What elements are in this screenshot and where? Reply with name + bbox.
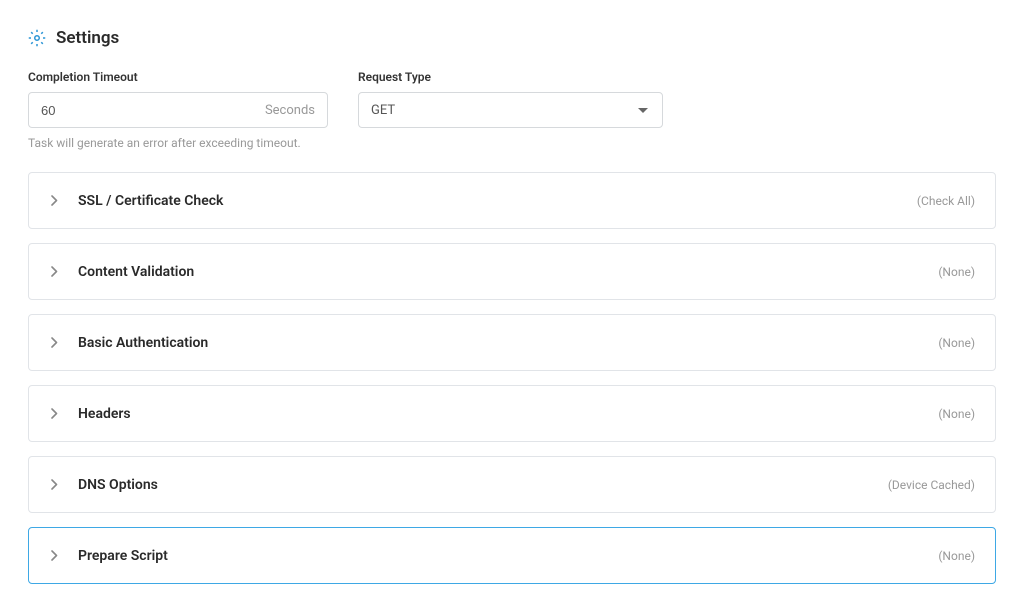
accordion-title: Basic Authentication	[78, 335, 938, 351]
request-type-select[interactable]: GET	[358, 92, 663, 128]
accordion-title: SSL / Certificate Check	[78, 193, 917, 209]
accordion-status: (None)	[938, 336, 975, 350]
accordion-title: DNS Options	[78, 477, 888, 493]
chevron-right-icon	[51, 479, 58, 490]
accordion-status: (None)	[938, 407, 975, 421]
accordion-title: Headers	[78, 406, 938, 422]
chevron-right-icon	[51, 337, 58, 348]
completion-timeout-input-wrapper[interactable]: Seconds	[28, 92, 328, 128]
request-type-label: Request Type	[358, 70, 663, 84]
completion-timeout-input[interactable]	[29, 93, 327, 127]
chevron-right-icon	[51, 266, 58, 277]
gear-icon	[28, 29, 46, 47]
accordion-item-dns-options[interactable]: DNS Options(Device Cached)	[28, 456, 996, 513]
accordion-item-prepare-script[interactable]: Prepare Script(None)	[28, 527, 996, 584]
accordion-status: (None)	[938, 549, 975, 563]
header: Settings	[28, 28, 996, 48]
accordion: SSL / Certificate Check(Check All) Conten…	[28, 172, 996, 584]
accordion-status: (Device Cached)	[888, 478, 975, 492]
chevron-right-icon	[51, 408, 58, 419]
completion-timeout-helper: Task will generate an error after exceed…	[28, 136, 996, 150]
accordion-status: (None)	[938, 265, 975, 279]
accordion-status: (Check All)	[917, 194, 975, 208]
completion-timeout-label: Completion Timeout	[28, 70, 328, 84]
chevron-right-icon	[51, 195, 58, 206]
request-type-group: Request Type GET	[358, 70, 663, 128]
accordion-item-headers[interactable]: Headers(None)	[28, 385, 996, 442]
accordion-item-basic-authentication[interactable]: Basic Authentication(None)	[28, 314, 996, 371]
request-type-value: GET	[371, 103, 638, 118]
caret-down-icon	[638, 108, 648, 113]
page-title: Settings	[56, 28, 119, 48]
chevron-right-icon	[51, 550, 58, 561]
completion-timeout-group: Completion Timeout Seconds	[28, 70, 328, 128]
accordion-title: Content Validation	[78, 264, 938, 280]
accordion-title: Prepare Script	[78, 548, 938, 564]
accordion-item-content-validation[interactable]: Content Validation(None)	[28, 243, 996, 300]
accordion-item-ssl-certificate-check[interactable]: SSL / Certificate Check(Check All)	[28, 172, 996, 229]
